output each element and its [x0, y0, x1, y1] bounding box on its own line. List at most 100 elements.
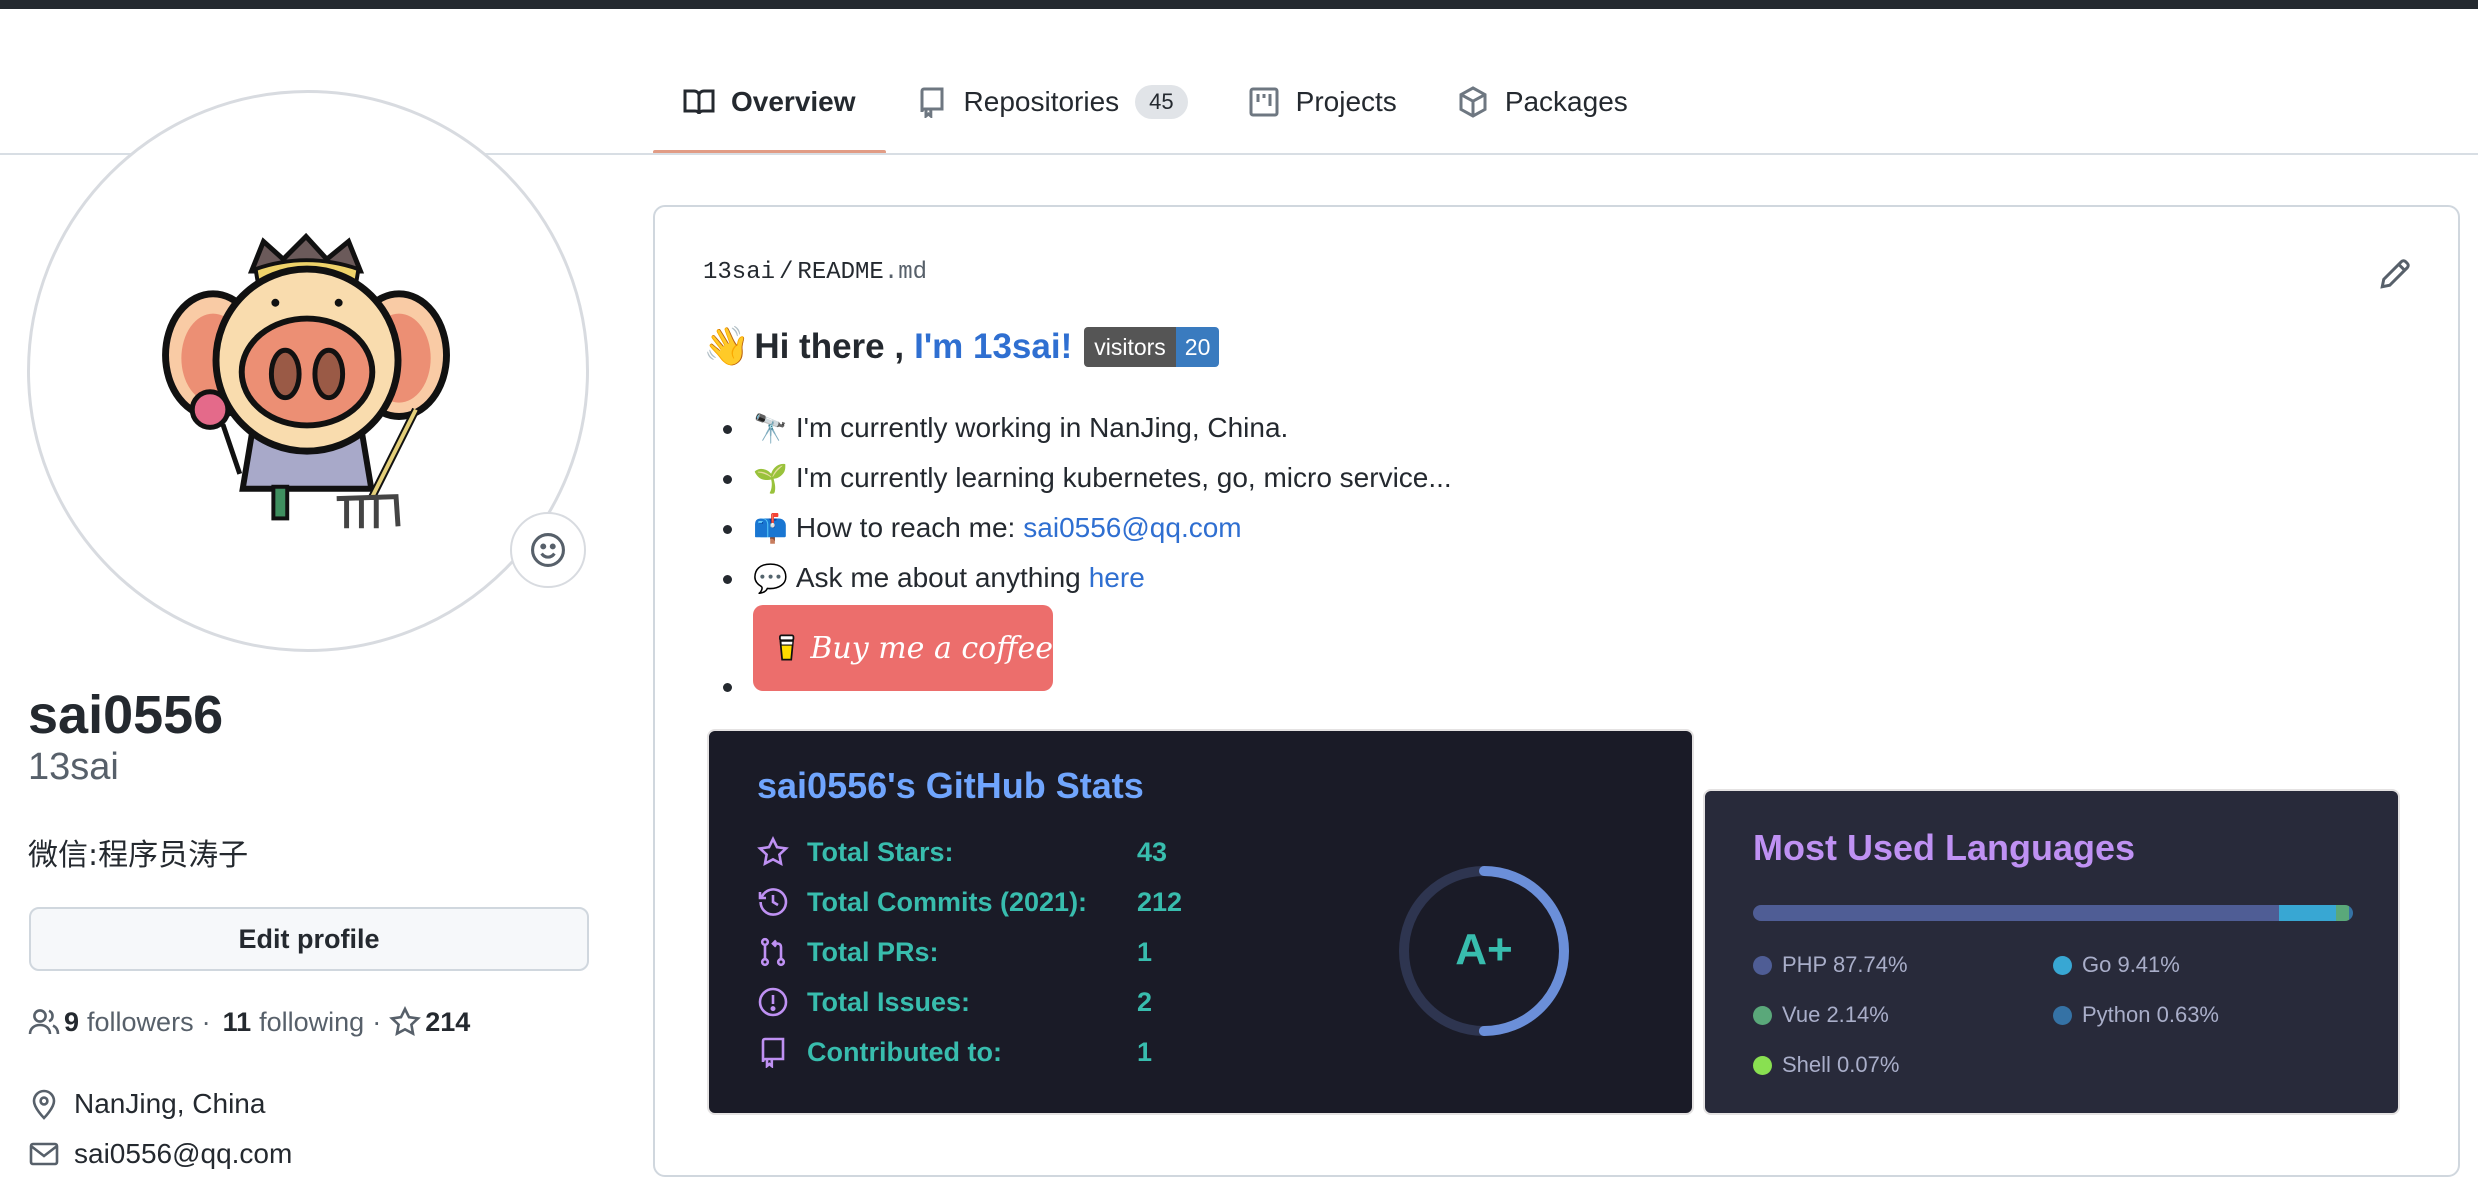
following-count: 11	[222, 1006, 252, 1037]
speech-bubble-icon: 💬	[753, 562, 788, 594]
list-item: 💬 Ask me about anything here	[723, 553, 1452, 603]
star-icon	[389, 1006, 422, 1036]
tab-label: Repositories	[963, 86, 1120, 117]
project-icon	[1248, 86, 1280, 118]
stat-label: Total PRs:	[807, 936, 939, 967]
edit-readme-button[interactable]	[2378, 257, 2412, 291]
following-link[interactable]: 11 following	[219, 1007, 365, 1038]
email-link[interactable]: sai0556@qq.com	[1023, 512, 1241, 544]
stat-row-commits: Total Commits (2021): 212	[757, 886, 1182, 918]
readme-path: 13sai / README.md	[703, 259, 927, 286]
language-legend-item: Go 9.41%	[2053, 951, 2353, 979]
stat-value: 212	[1137, 886, 1183, 917]
location-text: NanJing, China	[74, 1088, 266, 1119]
follow-stats: 9 followers · 11 following · 214	[28, 1006, 478, 1038]
stat-row-contributed: Contributed to: 1	[757, 1036, 1152, 1068]
edit-profile-button[interactable]: Edit profile	[29, 907, 589, 971]
language-segment-go	[2279, 905, 2336, 921]
profile-location: NanJing, China	[28, 1088, 265, 1120]
pull-request-icon	[760, 937, 786, 967]
pencil-icon	[2380, 259, 2410, 289]
avatar[interactable]	[27, 90, 589, 652]
stat-label: Total Issues:	[807, 986, 971, 1017]
list-item: 🔭 I'm currently working in NanJing, Chin…	[723, 403, 1452, 453]
tab-projects[interactable]: Projects	[1218, 72, 1427, 132]
profile-login: sai0556	[28, 685, 224, 745]
repo-icon	[761, 1037, 785, 1068]
list-item: Buy me a coffee	[723, 603, 1452, 713]
heading-text: Hi there ,	[754, 327, 905, 366]
set-status-button[interactable]	[510, 512, 586, 588]
stat-label: Total Stars:	[807, 836, 954, 867]
tab-repositories[interactable]: Repositories 45	[886, 72, 1218, 132]
top-languages-card[interactable]: Most Used Languages PHP 87.74% Go 9.41% Vu…	[1703, 789, 2400, 1115]
telescope-icon: 🔭	[753, 412, 788, 444]
language-legend-item: Python 0.63%	[2053, 1001, 2353, 1029]
rank-ring: A+	[1389, 856, 1579, 1046]
readme-heading: 👋 Hi there , I'm 13sai! visitors 20	[703, 325, 1220, 369]
followers-label: followers	[87, 1006, 194, 1037]
visitors-badge[interactable]: visitors 20	[1084, 327, 1220, 367]
repositories-count-badge: 45	[1135, 85, 1188, 119]
issue-icon	[758, 987, 788, 1017]
stat-value: 1	[1137, 936, 1153, 967]
repo-icon	[916, 86, 948, 118]
profile-readme: 13sai / README.md 👋 Hi there , I'm 13sai! …	[653, 205, 2460, 1177]
readme-owner[interactable]: 13sai	[703, 259, 775, 286]
star-icon	[757, 836, 789, 866]
smiley-icon	[531, 533, 565, 567]
top-header-bar	[0, 0, 2478, 9]
stat-row-stars: Total Stars: 43	[757, 836, 1167, 868]
badge-value: 20	[1175, 327, 1220, 367]
coffee-cup-icon	[779, 634, 795, 661]
language-color-dot	[1753, 1005, 1772, 1025]
language-label: Go 9.41%	[2082, 952, 2180, 977]
path-separator: /	[779, 259, 794, 286]
readme-filename[interactable]: README	[797, 259, 883, 286]
book-icon	[683, 86, 715, 118]
list-item-text: I'm currently working in NanJing, China.	[795, 412, 1289, 443]
stat-row-prs: Total PRs: 1	[757, 936, 1152, 968]
github-stats-card[interactable]: sai0556's GitHub Stats Total Stars: 43 T…	[707, 729, 1694, 1115]
stat-row-issues: Total Issues: 2	[757, 986, 1152, 1018]
language-legend-item: Vue 2.14%	[1753, 1001, 2053, 1029]
here-link[interactable]: here	[1089, 562, 1145, 594]
profile-bio: 微信:程序员涛子	[28, 838, 249, 873]
location-icon	[32, 1089, 56, 1120]
email-link[interactable]: sai0556@qq.com	[74, 1138, 292, 1170]
separator: ·	[201, 1006, 211, 1037]
coffee-label: Buy me a coffee	[810, 630, 1053, 666]
stat-label: Total Commits (2021):	[807, 886, 1088, 917]
heading-link[interactable]: I'm 13sai!	[914, 327, 1072, 367]
language-color-dot	[2053, 1005, 2072, 1025]
stat-value: 1	[1137, 1036, 1153, 1067]
tab-label: Projects	[1295, 86, 1397, 117]
language-segment-vue	[2335, 905, 2349, 921]
stat-label: Contributed to:	[807, 1036, 1002, 1067]
languages-legend: PHP 87.74% Go 9.41% Vue 2.14% Python 0.63% S…	[1753, 951, 2373, 1079]
profile-email: sai0556@qq.com	[28, 1138, 292, 1170]
waving-hand-icon: 👋	[703, 326, 751, 368]
profile-name: 13sai	[28, 746, 119, 788]
history-icon	[758, 888, 788, 916]
package-icon	[1457, 86, 1489, 118]
followers-link[interactable]: 9 followers	[60, 1007, 194, 1038]
stars-link[interactable]: 214	[389, 1006, 478, 1038]
tab-label: Overview	[731, 86, 856, 117]
language-color-dot	[1753, 1055, 1772, 1075]
language-legend-item: PHP 87.74%	[1753, 951, 2053, 979]
language-label: PHP 87.74%	[1782, 952, 1908, 977]
profile-tabs: Overview Repositories 45 Projects Packag…	[653, 72, 1658, 155]
language-label: Shell 0.07%	[1782, 1052, 1900, 1077]
language-color-dot	[1753, 955, 1772, 975]
mail-icon	[29, 1142, 59, 1166]
people-icon	[28, 1009, 60, 1035]
separator: ·	[372, 1006, 382, 1037]
list-item-text: How to reach me:	[795, 512, 1016, 543]
buy-me-a-coffee-button[interactable]: Buy me a coffee	[753, 605, 1053, 691]
stat-value: 43	[1137, 836, 1168, 867]
tab-overview[interactable]: Overview	[653, 72, 886, 154]
stars-count: 214	[425, 1006, 471, 1037]
list-item: 📫 How to reach me: sai0556@qq.com	[723, 503, 1452, 553]
tab-packages[interactable]: Packages	[1427, 72, 1658, 132]
